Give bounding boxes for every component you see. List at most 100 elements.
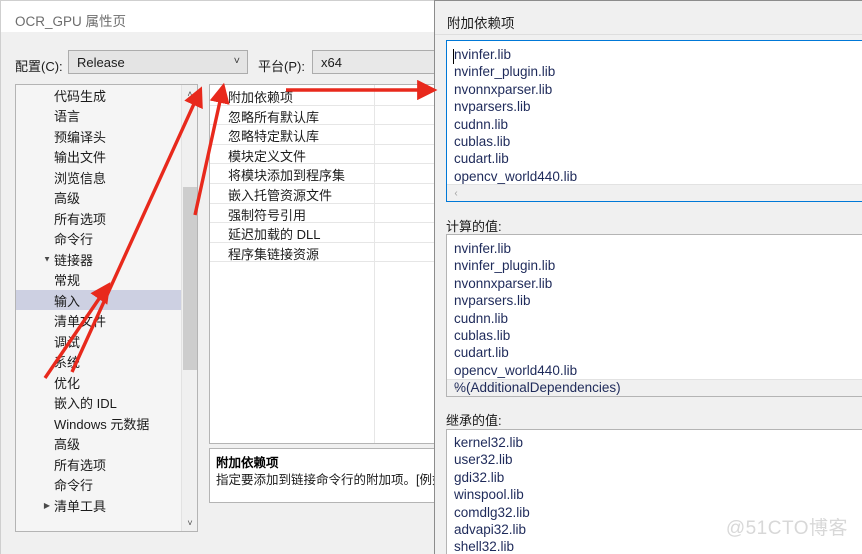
property-row[interactable]: 延迟加载的 DLL (210, 223, 441, 243)
tree-item[interactable]: ▲ 链接器 (16, 249, 182, 269)
property-row[interactable]: 强制符号引用 (210, 204, 441, 224)
tree-item-label: 高级 (54, 191, 81, 206)
library-line: nvonnxparser.lib (454, 275, 553, 291)
property-name: 忽略所有默认库 (228, 109, 320, 125)
property-row[interactable]: 将模块添加到程序集 (210, 164, 441, 184)
edit-horizontal-scrollbar[interactable]: ‹ (447, 184, 862, 201)
tree-item[interactable]: 预编译头 (16, 126, 182, 146)
dependencies-edit-textarea[interactable]: ‹ nvinfer.lib nvinfer_plugin.lib nvonnxpar… (446, 40, 862, 202)
property-name: 强制符号引用 (228, 207, 307, 223)
tree-item[interactable]: 清单文件 (16, 311, 182, 331)
scroll-left-arrow-icon[interactable]: ‹ (449, 186, 463, 201)
tree-item-label: 常规 (54, 273, 81, 288)
tree-item[interactable]: 常规 (16, 270, 182, 290)
tree-item-label: 清单文件 (54, 314, 107, 329)
tree-item[interactable]: 语言 (16, 106, 182, 126)
scroll-up-arrow-icon[interactable]: ˄ (182, 85, 197, 102)
tree-item[interactable]: 所有选项 (16, 208, 182, 228)
property-row[interactable]: 模块定义文件 (210, 145, 441, 165)
library-line: nvinfer.lib (454, 241, 512, 256)
property-row[interactable]: 附加依赖项 (210, 86, 441, 106)
library-line: user32.lib (454, 452, 513, 468)
property-grid[interactable]: 附加依赖项忽略所有默认库 忽略特定默认库 模块定义文件将模块添加到程序集 嵌入托管资源… (209, 84, 441, 444)
tree-item[interactable]: 嵌入的 IDL (16, 393, 182, 413)
tree-item-label: 命令行 (54, 478, 94, 493)
platform-value-field[interactable]: x64 (312, 50, 440, 74)
tree-item[interactable]: Windows 元数据 (16, 413, 182, 433)
tree-item[interactable]: ▶ 清单工具 (16, 495, 182, 515)
library-line: cudnn.lib (454, 310, 509, 326)
tree-item-label: 链接器 (54, 252, 94, 268)
property-row[interactable]: 忽略所有默认库 (210, 106, 441, 126)
configuration-combobox[interactable]: Release ˅ (68, 50, 248, 74)
tree-vertical-scrollbar[interactable]: ˄ ˅ (181, 85, 197, 531)
property-row[interactable]: 忽略特定默认库 (210, 125, 441, 145)
tree-item[interactable]: 输出文件 (16, 147, 182, 167)
library-line: nvinfer.lib (454, 47, 512, 62)
tree-item-label: 所有选项 (54, 457, 107, 473)
tree-item-label: 输入 (54, 293, 81, 309)
library-line: cublas.lib (454, 328, 511, 343)
additional-dependencies-dialog: 附加依赖项 ‹ nvinfer.lib nvinfer_plugin.lib nvo… (434, 0, 862, 554)
tree-item[interactable]: 调试 (16, 331, 182, 351)
property-name: 模块定义文件 (228, 148, 307, 164)
property-name: 忽略特定默认库 (228, 129, 320, 145)
property-name: 将模块添加到程序集 (228, 168, 346, 184)
expanded-arrow-icon[interactable]: ▲ (40, 255, 54, 264)
library-line: cudart.lib (454, 345, 509, 361)
library-line: opencv_world440.lib (454, 168, 578, 184)
library-line: nvinfer_plugin.lib (454, 64, 556, 80)
tree-item-label: Windows 元数据 (54, 416, 150, 432)
description-text: 指定要添加到链接命令行的附加项。[例如 (216, 473, 441, 487)
property-name: 延迟加载的 DLL (228, 227, 321, 243)
tree-item-label: 命令行 (54, 232, 94, 247)
tree-item-label: 清单工具 (54, 498, 107, 514)
tree-item[interactable]: 高级 (16, 434, 182, 454)
dialog-title-separator (435, 34, 862, 35)
property-name: 附加依赖项 (228, 90, 294, 105)
library-line: comdlg32.lib (454, 504, 530, 520)
tree-item-label: 调试 (54, 334, 81, 350)
tree-item-label: 所有选项 (54, 211, 107, 227)
tree-item-label: 浏览信息 (54, 170, 107, 186)
library-line: kernel32.lib (454, 435, 524, 450)
library-line: advapi32.lib (454, 522, 527, 537)
library-line: nvparsers.lib (454, 293, 531, 309)
tree-item-label: 语言 (54, 109, 81, 124)
config-label: 配置(C): (15, 59, 63, 74)
tree-item-label: 高级 (54, 437, 81, 452)
tree-item[interactable]: 系统 (16, 352, 182, 372)
library-line: %(AdditionalDependencies) (454, 380, 621, 396)
tree-item[interactable]: 输入 (16, 290, 182, 310)
property-description-panel: 附加依赖项 指定要添加到链接命令行的附加项。[例如 (209, 448, 441, 503)
tree-item[interactable]: 浏览信息 (16, 167, 182, 187)
tree-scrollbar-thumb[interactable] (183, 187, 197, 370)
screenshot-root: OCR_GPU 属性页 配置(C): Release ˅ 平台(P): x64 … (0, 0, 862, 554)
settings-tree[interactable]: 代码生成 语言 预编译头 输出文件 浏览信息 高级 所有选项 命令行 ▲ 链接器 常规 输入 清单文件调… (15, 84, 198, 532)
scroll-down-arrow-icon[interactable]: ˅ (182, 514, 197, 531)
page-title: OCR_GPU 属性页 (15, 14, 127, 29)
tree-item[interactable]: 命令行 (16, 475, 182, 495)
tree-item-label: 输出文件 (54, 150, 107, 165)
tree-item[interactable]: 命令行 (16, 229, 182, 249)
collapsed-arrow-icon[interactable]: ▶ (40, 501, 54, 510)
tree-item[interactable]: 所有选项 (16, 454, 182, 474)
library-line: winspool.lib (454, 487, 524, 503)
platform-value: x64 (321, 54, 342, 70)
inherited-value-label: 继承的值: (446, 413, 502, 428)
library-line: gdi32.lib (454, 469, 505, 485)
tree-item[interactable]: 优化 (16, 372, 182, 392)
tree-item[interactable]: 高级 (16, 188, 182, 208)
property-row[interactable]: 程序集链接资源 (210, 243, 441, 263)
settings-tree-items: 代码生成 语言 预编译头 输出文件 浏览信息 高级 所有选项 命令行 ▲ 链接器 常规 输入 清单文件调… (16, 85, 182, 531)
library-line: cublas.lib (454, 134, 511, 149)
library-line: nvonnxparser.lib (454, 81, 553, 97)
property-row[interactable]: 嵌入托管资源文件 (210, 184, 441, 204)
property-name: 嵌入托管资源文件 (228, 188, 333, 203)
library-line: nvinfer_plugin.lib (454, 258, 556, 274)
dialog-title: 附加依赖项 (447, 16, 515, 31)
tree-item[interactable]: 代码生成 (16, 85, 182, 105)
evaluated-value-list[interactable]: ‹ nvinfer.lib nvinfer_plugin.lib nvonnxpar… (446, 234, 862, 397)
library-line: opencv_world440.lib (454, 362, 578, 378)
library-line: cudnn.lib (454, 116, 509, 132)
